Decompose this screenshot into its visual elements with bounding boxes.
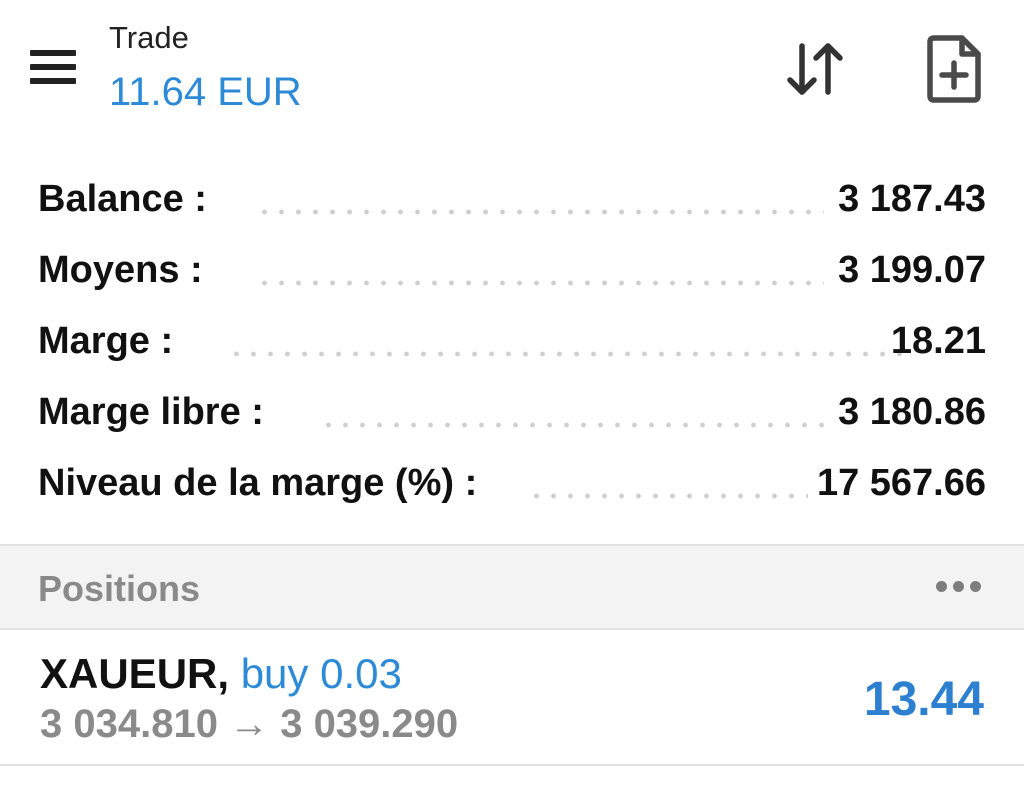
free-margin-label: Marge libre : <box>38 391 264 433</box>
balance-value: 3 187.43 <box>838 178 986 220</box>
margin-level-label: Niveau de la marge (%) : <box>38 462 478 504</box>
account-row-equity: Moyens : 3 199.07 <box>38 249 986 299</box>
balance-label: Balance : <box>38 178 207 220</box>
position-prices: 3 034.810 → 3 039.290 <box>40 702 458 747</box>
margin-level-value: 17 567.66 <box>816 462 986 504</box>
dotted-leader <box>228 351 908 357</box>
position-row[interactable]: XAUEUR, buy 0.03 3 034.810 → 3 039.290 1… <box>0 628 1024 766</box>
open-price: 3 034.810 <box>40 702 218 746</box>
positions-section-header: Positions <box>0 544 1024 630</box>
position-profit: 13.44 <box>863 673 984 726</box>
account-row-margin-level: Niveau de la marge (%) : 17 567.66 <box>38 462 986 512</box>
more-horizontal-icon[interactable] <box>932 574 986 598</box>
top-bar: Trade 11.64 EUR <box>0 0 1024 140</box>
sort-arrows-icon[interactable] <box>782 36 850 104</box>
dotted-leader <box>320 422 824 428</box>
new-order-icon[interactable] <box>922 34 988 104</box>
equity-label: Moyens : <box>38 249 203 291</box>
arrow-right-icon: → <box>229 702 270 746</box>
margin-label: Marge : <box>38 320 174 362</box>
positions-title: Positions <box>38 568 201 609</box>
position-symbol: XAUEUR, <box>40 650 230 697</box>
dotted-leader <box>256 209 824 215</box>
dotted-leader <box>256 280 824 286</box>
floating-profit: 11.64 EUR <box>109 70 302 114</box>
hamburger-menu-icon[interactable] <box>22 44 84 92</box>
account-row-free-margin: Marge libre : 3 180.86 <box>38 391 986 441</box>
page-title: Trade <box>109 20 189 55</box>
trade-screen: Trade 11.64 EUR Balance: 3 187.43 Moyen… <box>0 0 1024 812</box>
position-title-line: XAUEUR, buy 0.03 <box>40 650 402 698</box>
equity-value: 3 199.07 <box>838 249 986 291</box>
position-type-volume: buy 0.03 <box>240 650 402 697</box>
current-price: 3 039.290 <box>280 702 459 746</box>
dotted-leader <box>528 493 808 499</box>
account-row-balance: Balance : 3 187.43 <box>38 178 986 228</box>
account-row-margin: Marge : 18.21 <box>38 320 986 370</box>
margin-value: 18.21 <box>890 320 986 362</box>
free-margin-value: 3 180.86 <box>838 391 986 433</box>
